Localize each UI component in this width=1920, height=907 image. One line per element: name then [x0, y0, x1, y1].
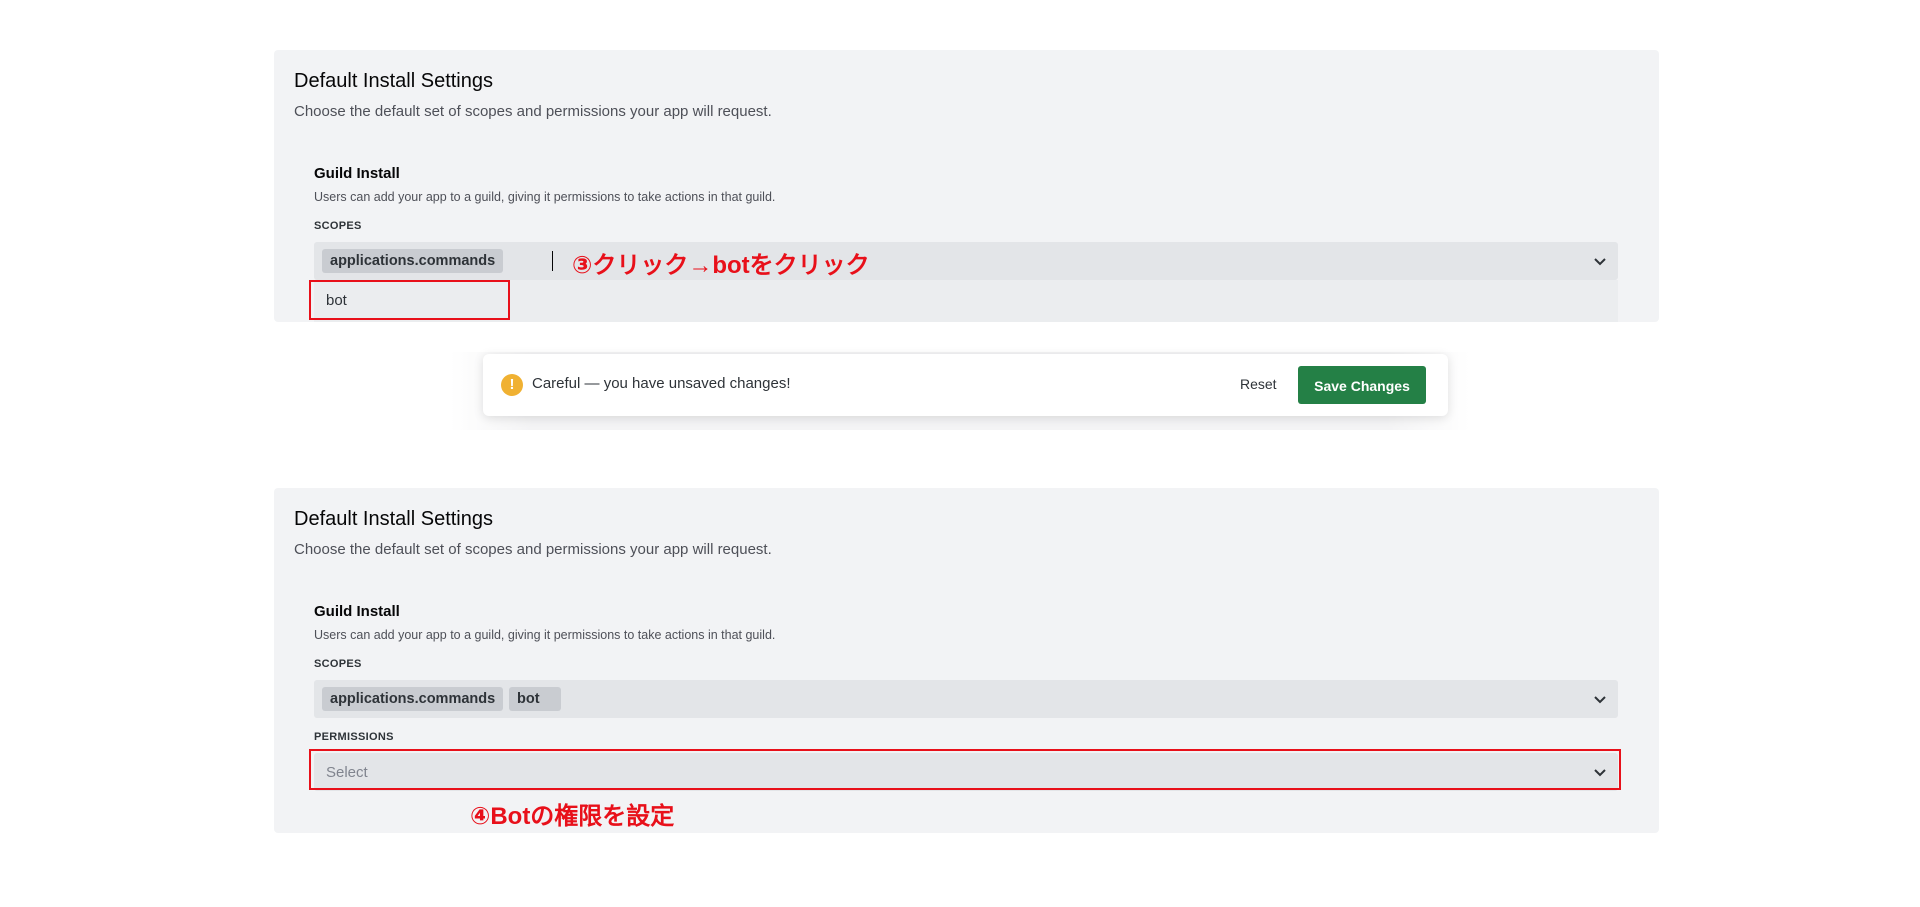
highlight-bot-option: [309, 280, 510, 320]
scope-tag-bot[interactable]: bot: [509, 687, 561, 711]
scopes-select[interactable]: applications.commands: [314, 242, 1618, 280]
reset-button[interactable]: Reset: [1240, 376, 1277, 392]
permissions-label: PERMISSIONS: [314, 731, 394, 743]
annotation-step-4: ④Botの権限を設定: [470, 803, 675, 830]
guild-install-title: Guild Install: [314, 603, 400, 620]
scope-tag-applications-commands[interactable]: applications.commands: [322, 249, 504, 273]
chevron-down-icon[interactable]: [1592, 253, 1608, 269]
annotation-step-3: ③クリック→botをクリック: [572, 252, 870, 279]
unsaved-message: Careful — you have unsaved changes!: [532, 375, 791, 392]
scope-tag-applications-commands[interactable]: applications.commands: [322, 687, 504, 711]
scopes-label: SCOPES: [314, 658, 362, 670]
highlight-permissions-select: [309, 749, 1621, 790]
guild-install-desc: Users can add your app to a guild, givin…: [314, 190, 776, 204]
save-changes-button[interactable]: Save Changes: [1298, 366, 1426, 404]
panel-subtitle: Choose the default set of scopes and per…: [294, 103, 772, 120]
text-caret: [552, 251, 553, 271]
warning-icon: !: [501, 374, 523, 396]
chevron-down-icon[interactable]: [1592, 691, 1608, 707]
unsaved-changes-bar: ! Careful — you have unsaved changes! Re…: [483, 354, 1448, 416]
guild-install-desc: Users can add your app to a guild, givin…: [314, 628, 776, 642]
panel-title: Default Install Settings: [294, 508, 493, 530]
scopes-select[interactable]: applications.commands bot: [314, 680, 1618, 718]
panel-title: Default Install Settings: [294, 70, 493, 92]
panel-subtitle: Choose the default set of scopes and per…: [294, 541, 772, 558]
scopes-label: SCOPES: [314, 220, 362, 232]
guild-install-title: Guild Install: [314, 165, 400, 182]
